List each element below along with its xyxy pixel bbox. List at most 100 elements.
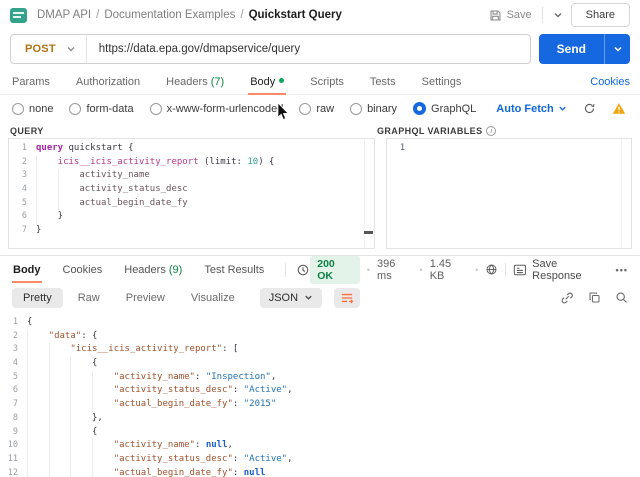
view-raw[interactable]: Raw [67,288,111,308]
auto-fetch-dropdown[interactable]: Auto Fetch [496,103,566,115]
code-line[interactable]: 6"activity_status_desc": "Active", [0,384,640,398]
variables-code: 1 [387,142,631,156]
divider [505,263,506,277]
code-line[interactable]: 10"activity_name": null, [0,439,640,453]
breadcrumb-folder[interactable]: Documentation Examples [104,9,235,21]
method-chevron-icon[interactable] [66,44,76,54]
mode-graphql[interactable]: GraphQL [413,102,476,115]
save-response-button[interactable]: Save Response [513,258,608,282]
response-headers-count: (9) [169,264,182,276]
info-icon[interactable]: i [486,126,496,136]
mode-binary[interactable]: binary [350,103,397,115]
code-line[interactable]: 11"activity_status_desc": "Active", [0,453,640,467]
copy-icon[interactable] [588,291,601,304]
mode-none[interactable]: none [12,103,53,115]
code-line[interactable]: 2"data": { [0,330,640,344]
mode-raw[interactable]: raw [299,103,334,115]
code-line[interactable]: 6} [9,210,374,224]
method-selector[interactable]: POST [11,43,66,55]
radio-icon [69,103,81,115]
wrap-lines-icon[interactable] [334,288,360,308]
editors-row: 1query quickstart {2icis__icis_activity_… [0,138,640,249]
url-box: POST https://data.epa.gov/dmapservice/qu… [10,34,531,64]
code-line[interactable]: 5actual_begin_date_fy [9,197,374,211]
code-line[interactable]: 7"actual_begin_date_fy": "2015" [0,398,640,412]
code-line[interactable]: 5"activity_name": "Inspection", [0,371,640,385]
code-line[interactable]: 7} [9,224,374,238]
breadcrumb-separator: / [96,9,99,21]
divider [285,263,286,277]
format-dropdown[interactable]: JSON [260,288,322,308]
response-meta: 200 OK • 396 ms • 1.45 KB • Save Respons… [310,256,628,284]
send-options-chevron-icon[interactable] [604,34,630,64]
code-line[interactable]: 3activity_name [9,169,374,183]
variables-panel-title: GRAPHQL VARIABLES i [377,126,496,136]
response-tab-test-results[interactable]: Test Results [203,258,265,282]
graphql-variables-editor[interactable]: 1 [386,138,632,249]
view-pretty[interactable]: Pretty [12,288,63,308]
warning-icon[interactable] [612,102,626,115]
breadcrumb-request-name[interactable]: Quickstart Query [249,9,342,21]
tab-settings[interactable]: Settings [420,71,464,94]
response-code: 1{2"data": {3"icis__icis_activity_report… [0,316,640,477]
radio-icon [150,103,162,115]
save-response-icon [513,264,527,276]
tab-params[interactable]: Params [10,71,52,94]
response-tab-headers[interactable]: Headers (9) [123,258,183,282]
send-button[interactable]: Send [539,34,604,64]
response-body-viewer[interactable]: 1{2"data": {3"icis__icis_activity_report… [0,312,640,477]
share-button[interactable]: Share [571,3,630,27]
refresh-schema-icon[interactable] [583,102,596,115]
response-toolbar: Pretty Raw Preview Visualize JSON [0,283,640,312]
view-visualize[interactable]: Visualize [180,288,246,308]
history-clock-icon[interactable] [296,263,310,277]
collection-icon [10,8,27,23]
postman-app: DMAP API / Documentation Examples / Quic… [0,0,640,477]
cookies-link[interactable]: Cookies [590,76,630,88]
editor-labels: QUERY GRAPHQL VARIABLES i [0,122,640,138]
dot-separator: • [420,265,423,275]
tab-scripts[interactable]: Scripts [308,71,346,94]
tab-headers[interactable]: Headers (7) [164,71,226,94]
response-tab-body[interactable]: Body [12,258,42,282]
overview-marker [364,231,373,234]
dot-separator: • [475,265,478,275]
status-badge[interactable]: 200 OK [310,256,360,284]
save-options-chevron-icon[interactable] [553,10,563,20]
tab-tests[interactable]: Tests [368,71,398,94]
mode-x-www-form-urlencoded[interactable]: x-www-form-urlencoded [150,103,284,115]
code-line[interactable]: 8}, [0,412,640,426]
response-time[interactable]: 396 ms [377,258,413,282]
tab-authorization[interactable]: Authorization [74,71,142,94]
scrollbar-track[interactable] [621,139,622,248]
code-line[interactable]: 9{ [0,426,640,440]
query-code: 1query quickstart {2icis__icis_activity_… [9,142,374,238]
code-line[interactable]: 3"icis__icis_activity_report": [ [0,343,640,357]
code-line[interactable]: 4{ [0,357,640,371]
code-line[interactable]: 1{ [0,316,640,330]
response-size[interactable]: 1.45 KB [430,258,469,282]
tab-body[interactable]: Body [248,71,286,94]
search-icon[interactable] [615,291,628,304]
code-line[interactable]: 4activity_status_desc [9,183,374,197]
more-options-icon[interactable]: ••• [616,265,628,275]
link-icon[interactable] [560,291,574,305]
radio-icon [299,103,311,115]
code-line[interactable]: 2icis__icis_activity_report (limit: 10) … [9,156,374,170]
save-button[interactable]: Save [489,9,532,22]
code-line[interactable]: 1 [387,142,631,156]
mode-form-data[interactable]: form-data [69,103,133,115]
response-section: Body Cookies Headers (9) Test Results 20… [0,255,640,477]
body-mode-row: none form-data x-www-form-urlencoded raw… [0,95,640,122]
view-preview[interactable]: Preview [115,288,176,308]
request-tabs: Params Authorization Headers (7) Body Sc… [0,70,640,95]
url-input[interactable]: https://data.epa.gov/dmapservice/query [87,43,312,55]
dot-separator: • [367,265,370,275]
code-line[interactable]: 1query quickstart { [9,142,374,156]
breadcrumb-collection[interactable]: DMAP API [37,9,91,21]
response-tab-cookies[interactable]: Cookies [62,258,104,282]
code-line[interactable]: 12"actual_begin_date_fy": null [0,467,640,477]
network-globe-icon[interactable] [485,263,498,276]
radio-icon [350,103,362,115]
graphql-query-editor[interactable]: 1query quickstart {2icis__icis_activity_… [8,138,375,249]
